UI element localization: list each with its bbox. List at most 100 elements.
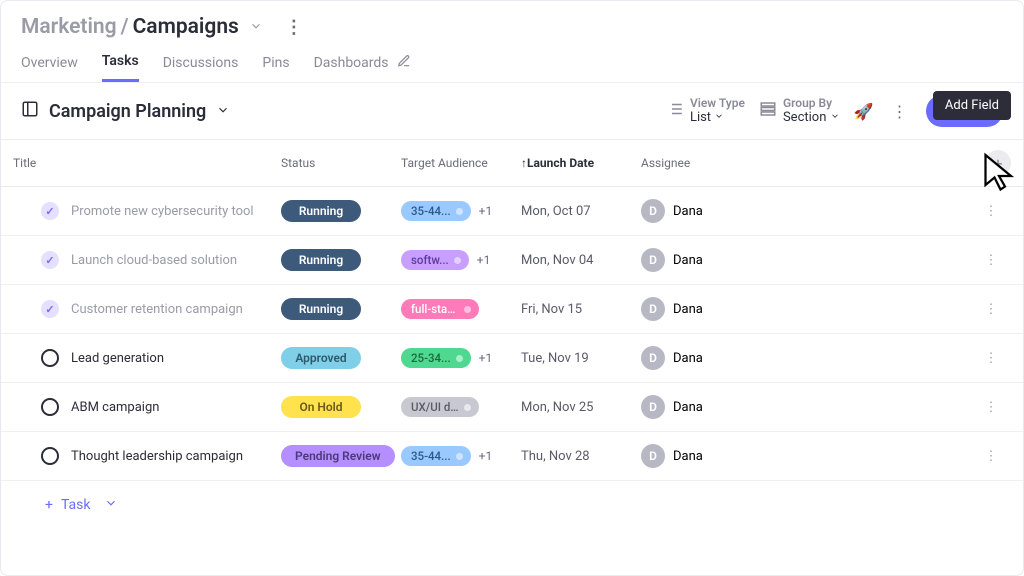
assignee[interactable]: D Dana xyxy=(641,444,761,468)
assignee-name: Dana xyxy=(673,204,703,219)
assignee-name: Dana xyxy=(673,302,703,317)
more-tags[interactable]: +1 xyxy=(479,449,493,463)
chevron-down-icon[interactable] xyxy=(249,15,263,39)
row-more-icon[interactable]: ⋮ xyxy=(971,302,1011,317)
avatar: D xyxy=(641,346,665,370)
task-title[interactable]: ABM campaign xyxy=(71,400,159,415)
table-row[interactable]: Launch cloud-based solution Running soft… xyxy=(1,236,1023,285)
chevron-down-icon[interactable] xyxy=(216,101,230,122)
target-tag[interactable]: 35-44... xyxy=(401,446,471,466)
status-badge[interactable]: Approved xyxy=(281,347,361,369)
assignee[interactable]: D Dana xyxy=(641,395,761,419)
tab-pins[interactable]: Pins xyxy=(262,53,289,82)
col-status[interactable]: Status xyxy=(281,156,401,170)
col-target[interactable]: Target Audience xyxy=(401,156,521,170)
tab-discussions[interactable]: Discussions xyxy=(163,53,239,82)
launch-date[interactable]: Mon, Nov 04 xyxy=(521,253,641,268)
target-tag[interactable]: 25-34... xyxy=(401,348,471,368)
row-more-icon[interactable]: ⋮ xyxy=(971,449,1011,464)
group-icon xyxy=(759,100,777,121)
more-tags[interactable]: +1 xyxy=(479,351,493,365)
task-title[interactable]: Thought leadership campaign xyxy=(71,449,243,464)
col-launch-date[interactable]: ↑Launch Date xyxy=(521,156,641,170)
more-tags[interactable]: +1 xyxy=(477,253,491,267)
assignee-name: Dana xyxy=(673,351,703,366)
row-more-icon[interactable]: ⋮ xyxy=(971,253,1011,268)
groupby-label: Group By xyxy=(783,96,840,110)
assignee-name: Dana xyxy=(673,449,703,464)
table-row[interactable]: Thought leadership campaign Pending Revi… xyxy=(1,432,1023,481)
section-icon xyxy=(21,100,39,123)
table-row[interactable]: Lead generation Approved 25-34... +1 Tue… xyxy=(1,334,1023,383)
tabs: Overview Tasks Discussions Pins Dashboar… xyxy=(1,39,1023,83)
target-tag[interactable]: full-stack dev... xyxy=(401,299,479,319)
list-icon xyxy=(666,100,684,121)
more-tags[interactable]: +1 xyxy=(479,204,493,218)
row-more-icon[interactable]: ⋮ xyxy=(971,351,1011,366)
launch-date[interactable]: Mon, Nov 25 xyxy=(521,400,641,415)
assignee[interactable]: D Dana xyxy=(641,199,761,223)
rocket-icon[interactable]: 🚀 xyxy=(854,102,874,121)
add-task-label: Task xyxy=(61,497,91,513)
groupby-control[interactable]: Group By Section xyxy=(759,96,840,126)
col-title[interactable]: Title xyxy=(13,156,281,170)
task-checkbox[interactable] xyxy=(41,447,59,465)
launch-date[interactable]: Thu, Nov 28 xyxy=(521,449,641,464)
section-title[interactable]: Campaign Planning xyxy=(21,100,230,123)
tab-dashboards[interactable]: Dashboards xyxy=(314,53,411,82)
table-header: Title Status Target Audience ↑Launch Dat… xyxy=(1,140,1023,187)
viewtype-control[interactable]: View Type List xyxy=(666,96,745,126)
tab-tasks[interactable]: Tasks xyxy=(102,53,139,82)
task-title[interactable]: Lead generation xyxy=(71,351,164,366)
avatar: D xyxy=(641,444,665,468)
assignee[interactable]: D Dana xyxy=(641,297,761,321)
launch-date[interactable]: Mon, Oct 07 xyxy=(521,204,641,219)
status-badge[interactable]: Pending Review xyxy=(281,445,395,467)
status-badge[interactable]: On Hold xyxy=(281,396,361,418)
status-badge[interactable]: Running xyxy=(281,298,361,320)
tab-overview[interactable]: Overview xyxy=(21,53,78,82)
groupby-value: Section xyxy=(783,110,840,126)
assignee[interactable]: D Dana xyxy=(641,248,761,272)
add-task-button[interactable]: + Task xyxy=(45,497,90,513)
target-tag[interactable]: 35-44... xyxy=(401,201,471,221)
assignee[interactable]: D Dana xyxy=(641,346,761,370)
status-badge[interactable]: Running xyxy=(281,249,361,271)
add-field-tooltip: Add Field xyxy=(933,91,1011,120)
table-row[interactable]: Customer retention campaign Running full… xyxy=(1,285,1023,334)
breadcrumb-current[interactable]: Campaigns xyxy=(133,15,239,39)
task-checkbox[interactable] xyxy=(41,398,59,416)
target-tag[interactable]: UX/UI design... xyxy=(401,397,479,417)
task-title[interactable]: Customer retention campaign xyxy=(71,302,243,317)
breadcrumb[interactable]: Marketing / Campaigns ⋮ xyxy=(21,15,1003,39)
row-more-icon[interactable]: ⋮ xyxy=(971,204,1011,219)
add-column-button[interactable]: + xyxy=(985,150,1011,176)
section-title-text: Campaign Planning xyxy=(49,101,206,122)
task-checkbox[interactable] xyxy=(41,300,59,318)
status-badge[interactable]: Running xyxy=(281,200,361,222)
pencil-icon[interactable] xyxy=(397,54,411,72)
plus-icon: + xyxy=(45,497,53,513)
viewtype-label: View Type xyxy=(690,96,745,110)
task-title[interactable]: Promote new cybersecurity tool xyxy=(71,204,254,219)
page-more-icon[interactable]: ⋮ xyxy=(285,17,304,38)
avatar: D xyxy=(641,395,665,419)
task-title[interactable]: Launch cloud-based solution xyxy=(71,253,237,268)
avatar: D xyxy=(641,248,665,272)
task-checkbox[interactable] xyxy=(41,251,59,269)
breadcrumb-parent[interactable]: Marketing xyxy=(21,15,117,39)
task-checkbox[interactable] xyxy=(41,349,59,367)
table-row[interactable]: Promote new cybersecurity tool Running 3… xyxy=(1,187,1023,236)
launch-date[interactable]: Tue, Nov 19 xyxy=(521,351,641,366)
launch-date[interactable]: Fri, Nov 15 xyxy=(521,302,641,317)
chevron-down-icon[interactable] xyxy=(104,495,118,514)
row-more-icon[interactable]: ⋮ xyxy=(971,400,1011,415)
breadcrumb-separator: / xyxy=(121,15,129,39)
target-tag[interactable]: softw... xyxy=(401,250,469,270)
toolbar-more-icon[interactable]: ⋮ xyxy=(888,102,912,121)
assignee-name: Dana xyxy=(673,400,703,415)
task-checkbox[interactable] xyxy=(41,202,59,220)
tab-dashboards-label: Dashboards xyxy=(314,55,389,71)
col-assignee[interactable]: Assignee xyxy=(641,156,761,170)
table-row[interactable]: ABM campaign On Hold UX/UI design... Mon… xyxy=(1,383,1023,432)
